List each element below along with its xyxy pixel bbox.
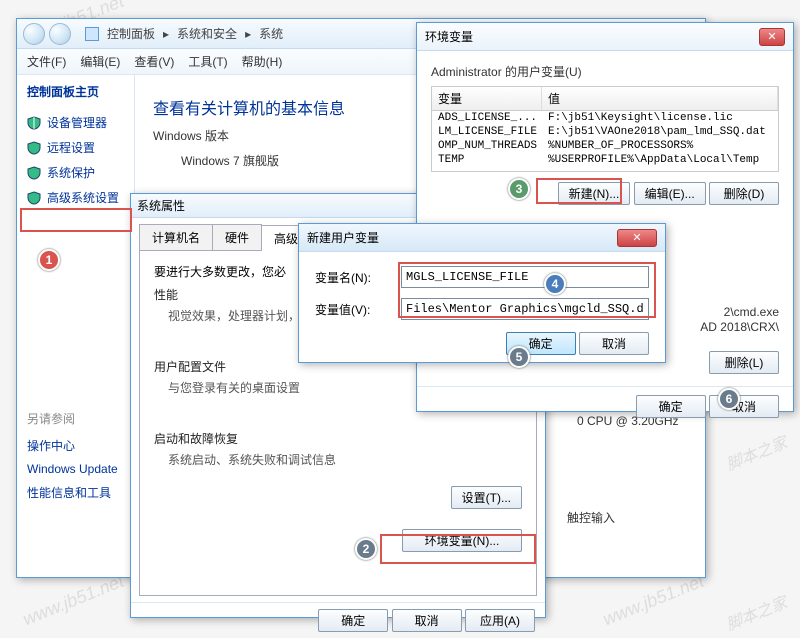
close-icon[interactable]: ✕ [759,28,785,46]
step-badge-3: 3 [508,178,530,200]
explorer-sidebar: 控制面板主页 设备管理器 远程设置 系统保护 高级系统设置 另请参阅 操作中心 … [17,75,135,575]
nav-back-icon[interactable] [23,23,45,45]
shield-icon [27,166,41,180]
sysprops-title: 系统属性 [137,197,185,214]
newvar-title: 新建用户变量 [307,229,379,246]
menu-tools[interactable]: 工具(T) [188,53,227,70]
edit-button[interactable]: 编辑(E)... [634,182,706,205]
shield-icon [27,141,41,155]
menu-edit[interactable]: 编辑(E) [80,53,120,70]
nav-forward-icon[interactable] [49,23,71,45]
shield-icon [27,116,41,130]
sidebar-item-remote[interactable]: 远程设置 [27,135,124,160]
breadcrumb-item[interactable]: 控制面板 [107,25,155,42]
col-val[interactable]: 值 [542,87,778,110]
watermark: www.jb51.net [20,571,127,631]
sidebar-item-advanced[interactable]: 高级系统设置 [27,185,124,210]
settings-button[interactable]: 设置(T)... [451,486,522,509]
newvar-cancel-button[interactable]: 取消 [579,332,649,355]
site-watermark: 脚本之家 [722,429,790,475]
step-badge-2: 2 [355,538,377,560]
new-button[interactable]: 新建(N)... [558,182,631,205]
table-row[interactable]: ADS_LICENSE_...F:\jb51\Keysight\license.… [432,111,778,125]
newvar-titlebar: 新建用户变量 ✕ [299,224,665,252]
step-badge-6: 6 [718,388,740,410]
sidebar-item-protection[interactable]: 系统保护 [27,160,124,185]
menu-file[interactable]: 文件(F) [27,53,66,70]
step-badge-4: 4 [544,273,566,295]
site-watermark: 脚本之家 [722,589,790,635]
link-perf-info[interactable]: 性能信息和工具 [27,486,111,500]
sidebar-title: 控制面板主页 [27,83,124,100]
breadcrumb[interactable]: 控制面板▸ 系统和安全▸ 系统 [81,21,287,46]
link-action-center[interactable]: 操作中心 [27,439,75,453]
breadcrumb-item[interactable]: 系统和安全 [177,25,237,42]
startup-title: 启动和故障恢复 [154,430,522,447]
new-var-dialog: 新建用户变量 ✕ 变量名(N): 变量值(V): 确定 取消 [298,223,666,363]
table-row[interactable]: LM_LICENSE_FILEE:\jb51\VAOne2018\pam_lmd… [432,125,778,139]
envvars-titlebar: 环境变量 ✕ [417,23,793,51]
table-row[interactable]: TEMP%USERPROFILE%\AppData\Local\Temp [432,153,778,167]
sysprops-apply-button[interactable]: 应用(A) [465,609,535,632]
delete-button[interactable]: 删除(D) [709,182,779,205]
menu-view[interactable]: 查看(V) [134,53,174,70]
var-value-input[interactable] [401,298,649,320]
link-windows-update[interactable]: Windows Update [27,462,118,476]
shield-icon [27,191,41,205]
tab-computer-name[interactable]: 计算机名 [139,224,213,250]
touch-label: 触控输入 [567,509,615,526]
menu-help[interactable]: 帮助(H) [242,53,283,70]
tab-hardware[interactable]: 硬件 [212,224,262,250]
envvars-title: 环境变量 [425,28,473,45]
sysprops-cancel-button[interactable]: 取消 [392,609,462,632]
breadcrumb-item[interactable]: 系统 [259,25,283,42]
watermark: www.jb51.net [600,571,707,631]
var-value-label: 变量值(V): [315,301,401,318]
sidebar-item-device-manager[interactable]: 设备管理器 [27,110,124,135]
control-panel-icon [85,27,99,41]
env-vars-button[interactable]: 环境变量(N)... [402,529,522,552]
delete-sys-button[interactable]: 删除(L) [709,351,779,374]
startup-desc: 系统启动、系统失败和调试信息 [168,451,522,468]
step-badge-1: 1 [38,249,60,271]
sysprops-ok-button[interactable]: 确定 [318,609,388,632]
close-icon[interactable]: ✕ [617,229,657,247]
user-vars-table[interactable]: 变量 值 ADS_LICENSE_...F:\jb51\Keysight\lic… [431,86,779,172]
user-vars-group-label: Administrator 的用户变量(U) [431,63,779,80]
col-var[interactable]: 变量 [432,87,542,110]
step-badge-5: 5 [508,346,530,368]
var-name-input[interactable] [401,266,649,288]
envvars-ok-button[interactable]: 确定 [636,395,706,418]
see-also-label: 另请参阅 [27,410,124,427]
var-name-label: 变量名(N): [315,269,401,286]
table-row[interactable]: OMP_NUM_THREADS%NUMBER_OF_PROCESSORS% [432,139,778,153]
